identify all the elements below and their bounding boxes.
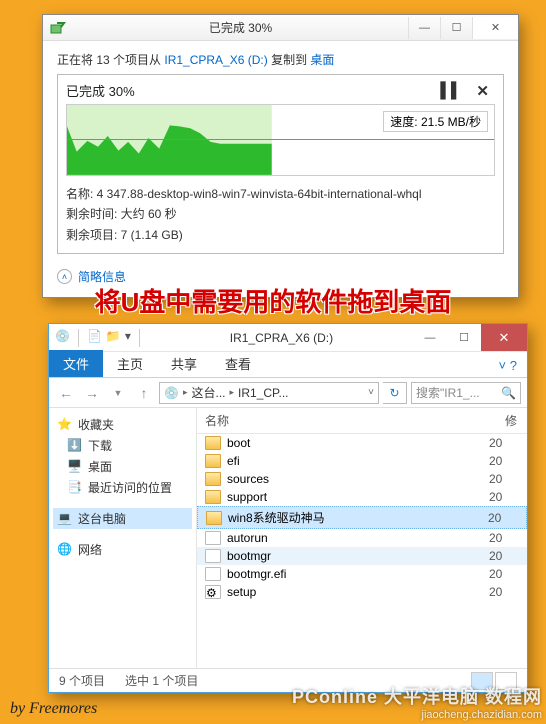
file-modified: 20 (489, 549, 519, 563)
file-modified: 20 (489, 454, 519, 468)
copy-titlebar[interactable]: 已完成 30% — ☐ ✕ (43, 15, 518, 41)
file-icon (205, 549, 221, 563)
column-modified[interactable]: 修 (497, 408, 527, 433)
sidebar-recent[interactable]: 📑最近访问的位置 (53, 477, 192, 498)
qat-properties-icon[interactable]: 📄 (87, 329, 102, 347)
file-name: bootmgr.efi (227, 567, 483, 581)
sidebar-desktop[interactable]: 🖥️桌面 (53, 456, 192, 477)
file-name: autorun (227, 531, 483, 545)
file-modified: 20 (488, 511, 518, 525)
crumb-pc[interactable]: 这台... (191, 384, 225, 401)
network-icon: 🌐 (57, 542, 72, 557)
file-name: sources (227, 472, 483, 486)
folder-icon (205, 454, 221, 468)
ex-minimize-button[interactable]: — (413, 324, 447, 351)
address-bar[interactable]: 💿 ▸ 这台... ▸ IR1_CP... ˅ (159, 382, 379, 404)
tab-file[interactable]: 文件 (49, 350, 103, 377)
star-icon: ⭐ (57, 417, 72, 432)
file-name: setup (227, 585, 483, 599)
progress-label: 已完成 30% (66, 81, 135, 100)
file-modified: 20 (489, 585, 519, 599)
explorer-window: 💿 📄 📁 ▾ IR1_CPRA_X6 (D:) — ☐ ✕ 文件 主页 共享 … (48, 323, 528, 693)
close-button[interactable]: ✕ (472, 17, 518, 39)
file-row[interactable]: support 20 (197, 488, 527, 506)
file-row[interactable]: sources 20 (197, 470, 527, 488)
explorer-sidebar: ⭐收藏夹 ⬇️下载 🖥️桌面 📑最近访问的位置 💻这台电脑 🌐网络 (49, 408, 197, 668)
watermark: PConline 大平洋电脑 数程网 jiaocheng.chazidian.c… (292, 687, 542, 722)
sidebar-thispc[interactable]: 💻这台电脑 (53, 508, 192, 529)
source-link[interactable]: IR1_CPRA_X6 (D:) (164, 53, 267, 67)
folder-icon (205, 490, 221, 504)
byline: by Freemores (10, 700, 97, 718)
refresh-button[interactable]: ↻ (383, 382, 407, 404)
file-row[interactable]: bootmgr.efi 20 (197, 565, 527, 583)
file-icon (205, 531, 221, 545)
file-modified: 20 (489, 436, 519, 450)
sidebar-favorites[interactable]: ⭐收藏夹 (53, 414, 192, 435)
ribbon-expand-icon[interactable]: ˅ ? (489, 354, 527, 377)
minimize-button[interactable]: — (408, 17, 440, 39)
file-icon (205, 567, 221, 581)
tab-share[interactable]: 共享 (157, 350, 211, 377)
nav-forward-button[interactable]: → (81, 382, 103, 404)
qat-newfolder-icon[interactable]: 📁 (106, 329, 121, 347)
drive-icon: 💿 (55, 329, 70, 347)
copy-app-icon (49, 20, 67, 36)
nav-up-button[interactable]: ↑ (133, 382, 155, 404)
folder-icon (205, 436, 221, 450)
nav-back-button[interactable]: ← (55, 382, 77, 404)
speed-chart: 速度: 21.5 MB/秒 (66, 104, 495, 176)
maximize-button[interactable]: ☐ (440, 17, 472, 39)
file-modified: 20 (489, 531, 519, 545)
file-row[interactable]: win8系统驱动神马 20 (197, 506, 527, 529)
desktop-icon: 🖥️ (67, 459, 82, 474)
cancel-button[interactable]: ✕ (476, 82, 489, 100)
file-modified: 20 (489, 567, 519, 581)
qat-overflow-icon[interactable]: ▾ (125, 329, 131, 347)
status-count: 9 个项目 (59, 672, 105, 689)
sidebar-network[interactable]: 🌐网络 (53, 539, 192, 560)
column-name[interactable]: 名称 (197, 408, 497, 433)
crumb-current[interactable]: IR1_CP... (238, 386, 288, 400)
file-name: support (227, 490, 483, 504)
file-row[interactable]: ⚙ setup 20 (197, 583, 527, 601)
file-name: efi (227, 454, 483, 468)
explorer-titlebar[interactable]: 💿 📄 📁 ▾ IR1_CPRA_X6 (D:) — ☐ ✕ (49, 324, 527, 352)
sidebar-downloads[interactable]: ⬇️下载 (53, 435, 192, 456)
file-name: win8系统驱动神马 (228, 509, 482, 526)
file-row[interactable]: boot 20 (197, 434, 527, 452)
instruction-overlay: 将U盘中需要用的软件拖到桌面 (0, 282, 546, 319)
folder-icon (206, 511, 222, 525)
folder-icon (205, 472, 221, 486)
tab-home[interactable]: 主页 (103, 350, 157, 377)
copy-progress-dialog: 已完成 30% — ☐ ✕ 正在将 13 个项目从 IR1_CPRA_X6 (D… (42, 14, 519, 298)
status-selected: 选中 1 个项目 (125, 672, 198, 689)
file-row[interactable]: bootmgr 20 (197, 547, 527, 565)
file-row[interactable]: autorun 20 (197, 529, 527, 547)
search-icon: 🔍 (501, 386, 516, 400)
explorer-title: IR1_CPRA_X6 (D:) (150, 331, 413, 345)
file-modified: 20 (489, 490, 519, 504)
recent-icon: 📑 (67, 480, 82, 495)
download-icon: ⬇️ (67, 438, 82, 453)
file-list: 名称 修 boot20efi20sources20support20win8系统… (197, 408, 527, 668)
file-row[interactable]: efi 20 (197, 452, 527, 470)
file-icon: ⚙ (205, 585, 221, 599)
pause-button[interactable]: ▐▐ (435, 82, 456, 100)
pc-icon: 💻 (57, 511, 72, 526)
copy-title: 已完成 30% (73, 19, 408, 36)
ex-maximize-button[interactable]: ☐ (447, 324, 481, 351)
dest-link[interactable]: 桌面 (310, 53, 334, 67)
file-name: bootmgr (227, 549, 483, 563)
search-input[interactable]: 搜索"IR1_... 🔍 (411, 382, 521, 404)
nav-history-button[interactable]: ▼ (107, 382, 129, 404)
copy-details: 名称: 4 347.88-desktop-win8-win7-winvista-… (66, 184, 495, 245)
file-name: boot (227, 436, 483, 450)
copy-status-line: 正在将 13 个项目从 IR1_CPRA_X6 (D:) 复制到 桌面 (57, 51, 504, 68)
tab-view[interactable]: 查看 (211, 350, 265, 377)
file-modified: 20 (489, 472, 519, 486)
speed-readout: 速度: 21.5 MB/秒 (383, 111, 488, 132)
ex-close-button[interactable]: ✕ (481, 324, 527, 351)
drive-small-icon: 💿 (164, 386, 179, 400)
